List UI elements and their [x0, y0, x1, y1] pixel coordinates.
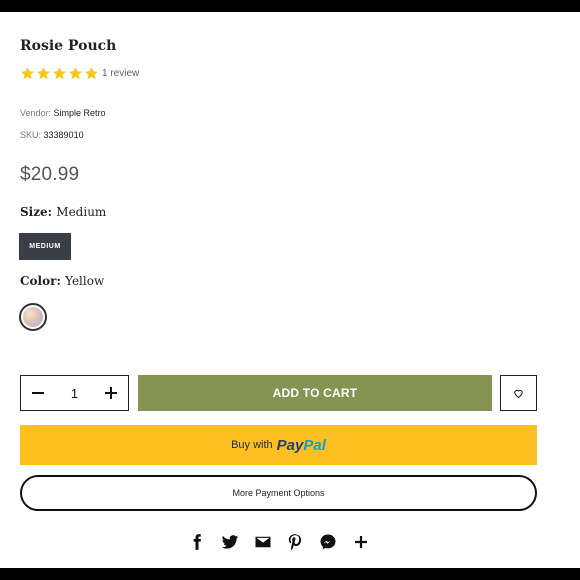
add-to-cart-button[interactable]: ADD TO CART: [138, 375, 492, 411]
color-option-label: Color: Yellow: [20, 274, 104, 288]
vendor-label: Vendor:: [20, 108, 52, 118]
paypal-logo-pay: Pay: [276, 436, 304, 454]
plus-icon[interactable]: [352, 533, 370, 551]
minus-icon[interactable]: [31, 386, 45, 400]
review-count-link[interactable]: 1 review: [102, 68, 139, 79]
twitter-icon[interactable]: [221, 533, 239, 551]
pinterest-icon[interactable]: [286, 533, 304, 551]
wishlist-button[interactable]: [500, 375, 537, 411]
share-bar: [188, 531, 370, 553]
paypal-logo-pal: Pal: [303, 436, 326, 454]
product-price: $20.99: [20, 164, 80, 185]
email-icon[interactable]: [254, 533, 272, 551]
sku-value: 33389010: [43, 130, 84, 140]
size-medium-button[interactable]: MEDIUM: [19, 233, 71, 260]
color-label: Color:: [20, 274, 61, 288]
sku: SKU: 33389010: [20, 130, 84, 140]
more-payment-options-button[interactable]: More Payment Options: [20, 475, 537, 511]
facebook-icon[interactable]: [188, 533, 206, 551]
star-rating: [20, 66, 99, 81]
star-icon: [84, 66, 99, 81]
vendor: Vendor: Simple Retro: [20, 108, 106, 118]
color-swatch-yellow[interactable]: [19, 303, 47, 331]
heart-icon: [514, 389, 523, 398]
product-title: Rosie Pouch: [20, 38, 117, 54]
product-panel: Rosie Pouch 1 review Vendor: Simple Retr…: [0, 12, 580, 568]
size-option-label: Size: Medium: [20, 205, 106, 219]
swatch-image: [23, 307, 43, 327]
paypal-prefix: Buy with: [231, 439, 273, 451]
size-label: Size:: [20, 205, 53, 219]
star-icon: [20, 66, 35, 81]
plus-icon[interactable]: [104, 386, 118, 400]
sku-label: SKU:: [20, 130, 42, 140]
quantity-stepper: 1: [20, 375, 129, 411]
vendor-value[interactable]: Simple Retro: [54, 108, 106, 118]
color-selected-value: Yellow: [65, 274, 105, 288]
rating[interactable]: 1 review: [20, 66, 139, 81]
star-icon: [36, 66, 51, 81]
star-icon: [68, 66, 83, 81]
paypal-button[interactable]: Buy with Pay Pal: [20, 425, 537, 465]
star-icon: [52, 66, 67, 81]
messenger-icon[interactable]: [319, 533, 337, 551]
quantity-input[interactable]: 1: [71, 386, 78, 401]
size-selected-value: Medium: [56, 205, 107, 219]
